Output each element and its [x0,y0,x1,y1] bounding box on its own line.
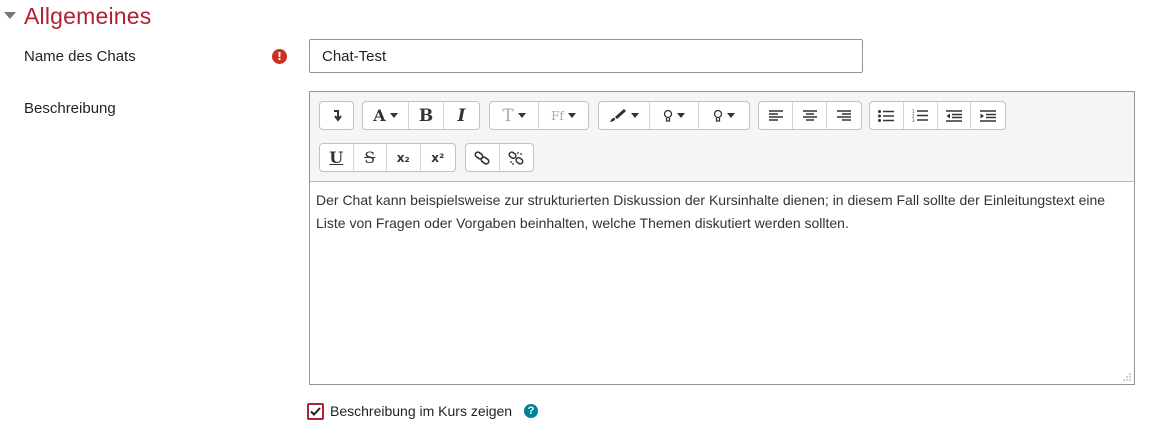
bold-button[interactable]: B [409,102,444,129]
align-center-button[interactable] [793,102,827,129]
show-description-checkbox[interactable] [307,403,324,420]
collapse-icon [333,109,342,122]
unlink-icon [508,150,524,165]
resize-handle-icon[interactable] [1123,373,1131,381]
align-right-icon [837,109,851,121]
superscript-button[interactable]: x² [421,144,455,171]
lightbulb-icon [713,109,723,122]
checkmark-icon [310,407,321,416]
collapse-caret-icon[interactable] [4,11,16,19]
link-icon [474,150,490,165]
highlight-button[interactable] [650,102,699,129]
align-left-button[interactable] [759,102,793,129]
show-description-label[interactable]: Beschreibung im Kurs zeigen [330,403,512,419]
font-size-button[interactable]: T [490,102,539,129]
svg-text:3: 3 [912,118,915,122]
brush-icon [610,108,626,122]
required-icon: ! [272,49,287,64]
editor-toolbar: A B I T Ff 1 2 3 U S x₂ x² [310,92,1134,182]
underline-button[interactable]: U [320,144,354,171]
name-label: Name des Chats [24,48,136,65]
help-icon[interactable]: ? [524,404,538,418]
numbered-list-icon: 123 [912,109,929,122]
editor-content[interactable]: Der Chat kann beispielsweise zur struktu… [310,182,1134,235]
chat-name-input[interactable]: Chat-Test [309,39,863,73]
font-family-button[interactable]: Ff [539,102,588,129]
description-editor: A B I T Ff 1 2 3 U S x₂ x² Der Chat kann… [309,91,1135,385]
bullet-list-icon [878,109,895,122]
lightbulb-icon [663,109,673,122]
description-label: Beschreibung [24,100,116,117]
unordered-list-button[interactable] [870,102,904,129]
subscript-button[interactable]: x₂ [387,144,421,171]
align-center-icon [802,109,817,121]
background-color-button[interactable] [699,102,749,129]
indent-button[interactable] [971,102,1005,129]
italic-button[interactable]: I [444,102,479,129]
text-color-button[interactable] [599,102,650,129]
font-style-button[interactable]: A [363,102,409,129]
strikethrough-button[interactable]: S [354,144,387,171]
link-button[interactable] [466,144,500,171]
indent-icon [980,109,997,122]
outdent-button[interactable] [938,102,972,129]
unlink-button[interactable] [500,144,534,171]
align-right-button[interactable] [827,102,861,129]
section-title: Allgemeines [24,2,152,29]
align-left-icon [768,109,783,121]
toggle-toolbar-button[interactable] [320,102,353,129]
outdent-icon [945,109,962,122]
section-header[interactable]: Allgemeines [4,0,152,32]
ordered-list-button[interactable]: 123 [904,102,938,129]
